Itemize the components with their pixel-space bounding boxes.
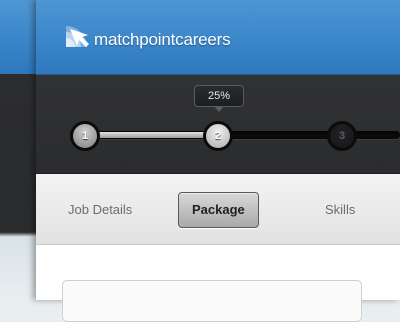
tab-job-details[interactable]: Job Details (68, 202, 132, 217)
form-content (36, 245, 400, 322)
progress-tooltip: 25% (194, 85, 244, 112)
form-card (62, 280, 362, 322)
step-3[interactable]: 3 (327, 121, 357, 151)
tab-package[interactable]: Package (178, 192, 259, 228)
tabs-bar: Job Details Package Skills (36, 174, 400, 245)
tab-skills[interactable]: Skills (325, 202, 355, 217)
background-gutter (0, 74, 36, 300)
wizard-panel: matchpointcareers 25% 1 2 3 Job Details … (36, 0, 400, 322)
progress-section: 25% 1 2 3 (36, 75, 400, 174)
step-1[interactable]: 1 (70, 121, 100, 151)
brand-name: matchpointcareers (94, 30, 231, 49)
progress-fill (84, 132, 212, 138)
brand-header: matchpointcareers (36, 0, 400, 75)
step-2[interactable]: 2 (203, 121, 233, 151)
radar-arrow-icon (66, 26, 89, 47)
